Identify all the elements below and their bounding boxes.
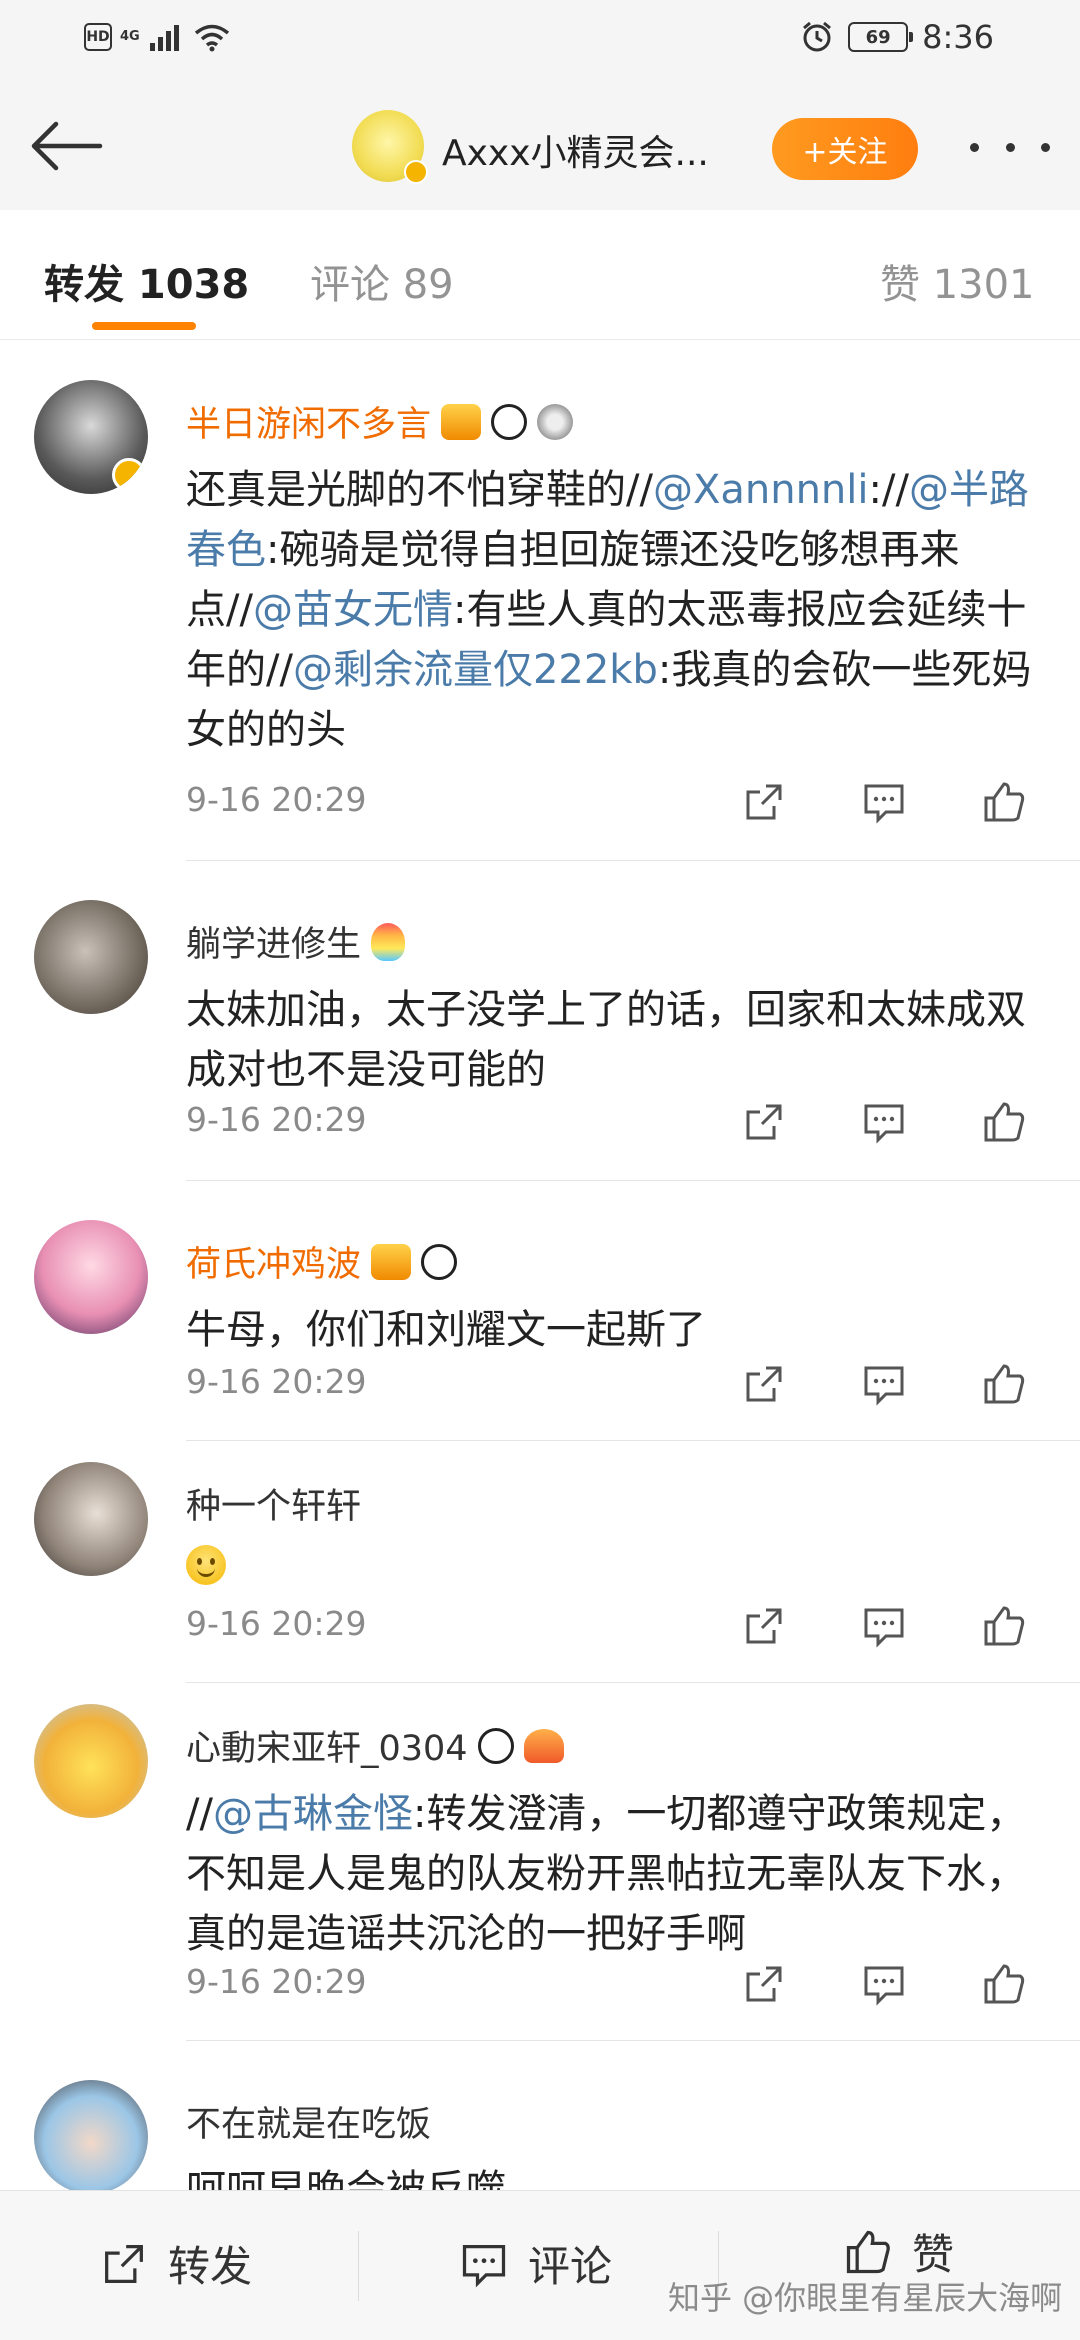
top-nav-bar: Axxx小精灵会... +关注 (0, 80, 1080, 210)
tab-comments[interactable]: 评论 89 (310, 252, 454, 310)
comment-text-segment: 还真是光脚的不怕穿鞋的// (186, 467, 653, 513)
panda-icon (477, 1727, 514, 1764)
comment-text-segment: // (186, 1791, 213, 1837)
account-avatar[interactable] (352, 110, 428, 184)
clock: 8:36 (922, 18, 994, 56)
divider (186, 860, 1080, 861)
mention-link[interactable]: @剩余流量仅222kb (293, 647, 658, 693)
divider (186, 2040, 1080, 2041)
like-icon[interactable] (980, 1360, 1028, 1408)
verified-badge-icon (112, 458, 146, 492)
status-right: 69 8:36 (800, 18, 994, 56)
divider (186, 1440, 1080, 1441)
avatar[interactable] (34, 1462, 148, 1576)
watermark: 知乎 @你眼里有星辰大海啊 (668, 2279, 1063, 2317)
comment-icon (462, 2244, 506, 2287)
comment-text: //@古琳金怪:转发澄清，一切都遵守政策规定，不知是人是鬼的队友粉开黑帖拉无辜队… (186, 1784, 1046, 1964)
avatar[interactable] (34, 1220, 148, 1334)
action-row (740, 1098, 1028, 1146)
repost-label: 转发 (168, 2242, 253, 2291)
username[interactable]: 荷氏冲鸡波 (186, 1236, 458, 1287)
comment-button[interactable]: 评论 (458, 2233, 612, 2294)
medal-icon (537, 403, 574, 440)
back-arrow-icon (31, 121, 103, 171)
action-row (740, 1360, 1028, 1408)
username[interactable]: 躺学进修生 (186, 916, 406, 967)
wifi-icon (194, 24, 229, 52)
comment-text: 太妹加油，太子没学上了的话，回家和太妹成双成对也不是没可能的 (186, 980, 1046, 1100)
action-row (740, 1960, 1028, 2008)
share-icon[interactable] (740, 1602, 788, 1650)
timestamp: 9-16 20:29 (186, 780, 367, 819)
bottom-action-bar: 转发 评论 赞 知乎 @你眼里有星辰大海啊 (0, 2190, 1080, 2340)
comment-icon[interactable] (860, 1960, 908, 2008)
network-type: 4G (120, 29, 140, 44)
battery-indicator: 69 (848, 22, 914, 52)
username[interactable]: 不在就是在吃饭 (186, 2096, 431, 2147)
comment-text-segment: :// (868, 467, 909, 513)
share-icon[interactable] (740, 1960, 788, 2008)
mention-link[interactable]: @古琳金怪 (213, 1791, 413, 1837)
hot-air-balloon-icon (371, 922, 406, 961)
repost-icon (105, 2244, 143, 2283)
timestamp: 9-16 20:29 (186, 1362, 367, 1401)
active-tab-indicator (92, 322, 196, 330)
timestamp: 9-16 20:29 (186, 1604, 367, 1643)
share-icon[interactable] (740, 778, 788, 826)
comment-text-segment: 太妹加油，太子没学上了的话，回家和太妹成双成对也不是没可能的 (186, 987, 1026, 1093)
divider (186, 1682, 1080, 1683)
repost-button[interactable]: 转发 (98, 2233, 252, 2294)
more-options-icon[interactable] (970, 132, 1050, 162)
comment-icon[interactable] (860, 1602, 908, 1650)
like-icon[interactable] (980, 778, 1028, 826)
comment-text: 还真是光脚的不怕穿鞋的//@Xannnnli://@半路春色:碗骑是觉得自担回旋… (186, 460, 1046, 760)
smiley-emoji-icon (186, 1545, 226, 1585)
comment-icon[interactable] (860, 778, 908, 826)
comment-text: 牛母，你们和刘耀文一起斯了 (186, 1300, 1046, 1360)
crown-icon (371, 1243, 412, 1280)
fan-badge-icon (523, 1728, 564, 1763)
username[interactable]: 心動宋亚轩_0304 (186, 1720, 564, 1771)
panda-icon (421, 1243, 458, 1280)
action-row (740, 1602, 1028, 1650)
share-icon[interactable] (740, 1098, 788, 1146)
divider (186, 1180, 1080, 1181)
comment-text (186, 1542, 1046, 1602)
signal-icon (149, 25, 179, 51)
back-button[interactable] (26, 116, 106, 176)
action-row (740, 778, 1028, 826)
like-icon[interactable] (980, 1602, 1028, 1650)
panda-icon (491, 403, 528, 440)
like-icon[interactable] (980, 1960, 1028, 2008)
username[interactable]: 种一个轩轩 (186, 1478, 361, 1529)
avatar[interactable] (34, 380, 148, 494)
tab-bar: 转发 1038 评论 89 赞 1301 (0, 210, 1080, 340)
avatar[interactable] (34, 900, 148, 1014)
avatar[interactable] (34, 2080, 148, 2194)
mention-link[interactable]: @苗女无情 (253, 587, 453, 633)
share-icon[interactable] (740, 1360, 788, 1408)
username[interactable]: 半日游闲不多言 (186, 396, 574, 447)
avatar[interactable] (34, 1704, 148, 1818)
comment-label: 评论 (528, 2242, 613, 2291)
like-icon (846, 2230, 890, 2273)
follow-button[interactable]: +关注 (772, 118, 918, 180)
comment-icon[interactable] (860, 1098, 908, 1146)
tab-likes[interactable]: 赞 1301 (880, 252, 1035, 310)
status-bar: HD 4G 69 8:36 (0, 0, 1080, 80)
hd-icon: HD (84, 23, 112, 51)
alarm-icon (803, 21, 832, 52)
timestamp: 9-16 20:29 (186, 1100, 367, 1139)
verified-badge-icon (404, 160, 428, 184)
like-icon[interactable] (980, 1098, 1028, 1146)
crown-icon (441, 403, 482, 440)
mention-link[interactable]: @Xannnnli (653, 467, 869, 513)
comment-text-segment: 牛母，你们和刘耀文一起斯了 (186, 1307, 706, 1353)
comment-icon[interactable] (860, 1360, 908, 1408)
timestamp: 9-16 20:29 (186, 1962, 367, 2001)
divider (358, 2231, 359, 2301)
status-left: HD 4G (84, 22, 232, 52)
account-title[interactable]: Axxx小精灵会... (442, 124, 709, 176)
tab-reposts[interactable]: 转发 1038 (44, 252, 249, 310)
